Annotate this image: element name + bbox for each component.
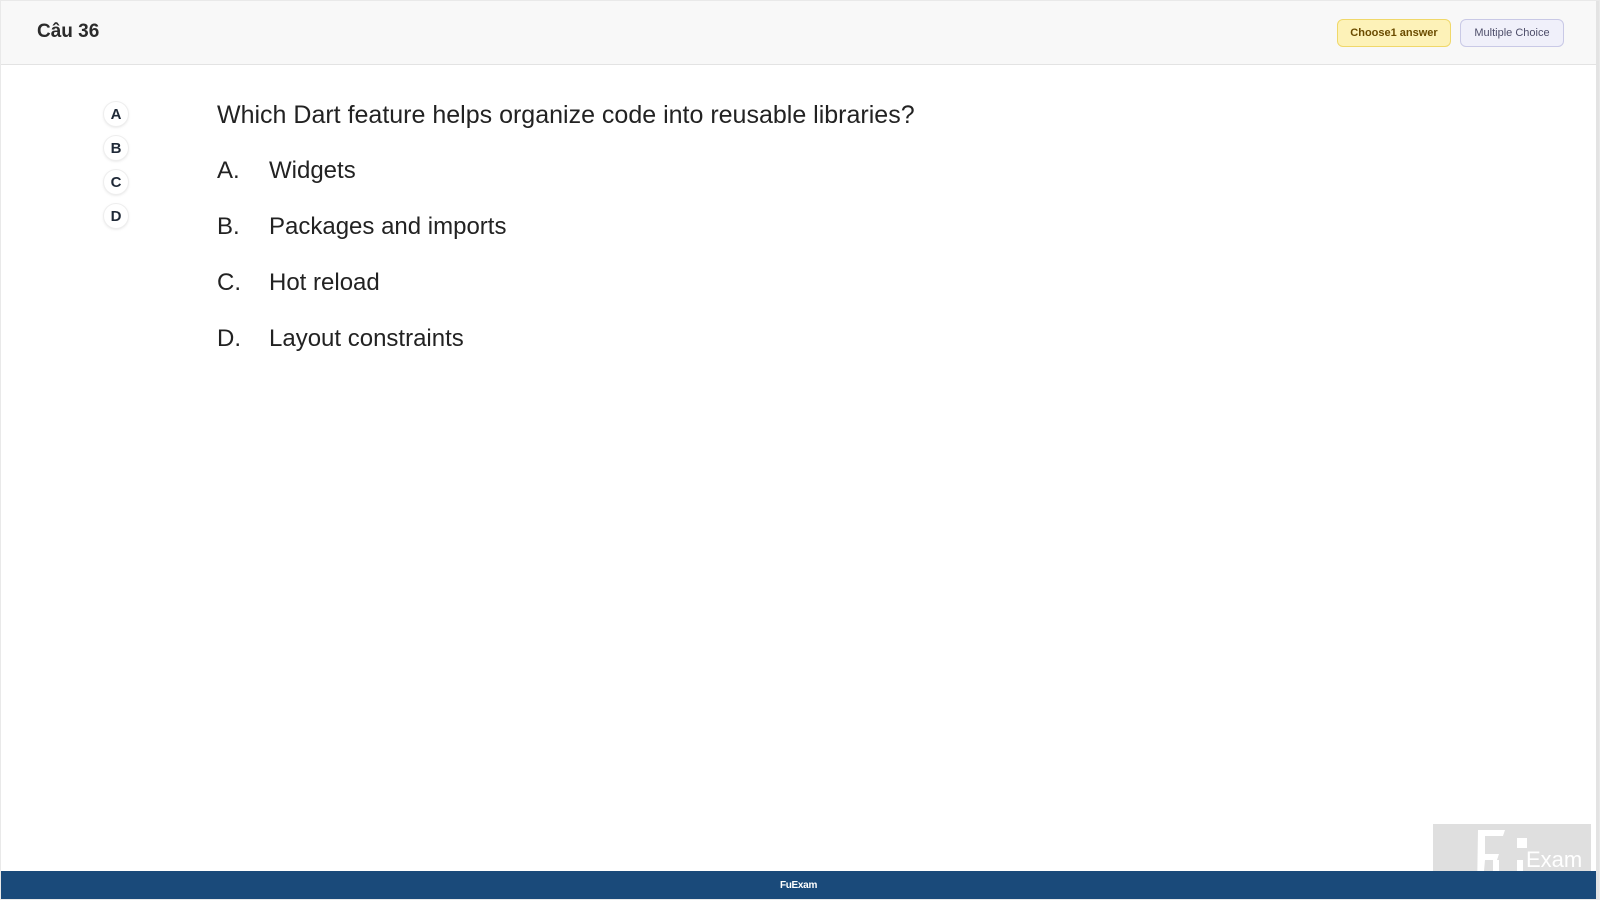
choose-answer-badge: Choose1 answer <box>1337 19 1451 47</box>
question-type-badge: Multiple Choice <box>1460 19 1564 47</box>
footer-brand: FuExam <box>779 879 818 891</box>
quick-answer-a[interactable]: A <box>104 102 128 126</box>
option-text: Hot reload <box>269 269 380 296</box>
svg-text:Exam: Exam <box>1526 847 1582 872</box>
option-text: Packages and imports <box>269 213 507 240</box>
option-text: Widgets <box>269 157 356 184</box>
question-number: Câu 36 <box>37 21 100 42</box>
question-header: Câu 36 Choose1 answer Multiple Choice <box>1 1 1596 65</box>
answer-quick-nav: A B C D <box>104 102 128 238</box>
option-letter: C. <box>217 269 241 296</box>
option-letter: D. <box>217 325 241 352</box>
footer-bar: FuExam <box>1 871 1596 899</box>
quick-answer-b[interactable]: B <box>104 136 128 160</box>
option-text: Layout constraints <box>269 325 464 352</box>
quick-answer-d[interactable]: D <box>104 204 128 228</box>
exam-window: Câu 36 Choose1 answer Multiple Choice A … <box>1 1 1599 899</box>
option-letter: A. <box>217 157 240 184</box>
question-text: Which Dart feature helps organize code i… <box>217 101 915 129</box>
quick-answer-c[interactable]: C <box>104 170 128 194</box>
option-letter: B. <box>217 213 240 240</box>
